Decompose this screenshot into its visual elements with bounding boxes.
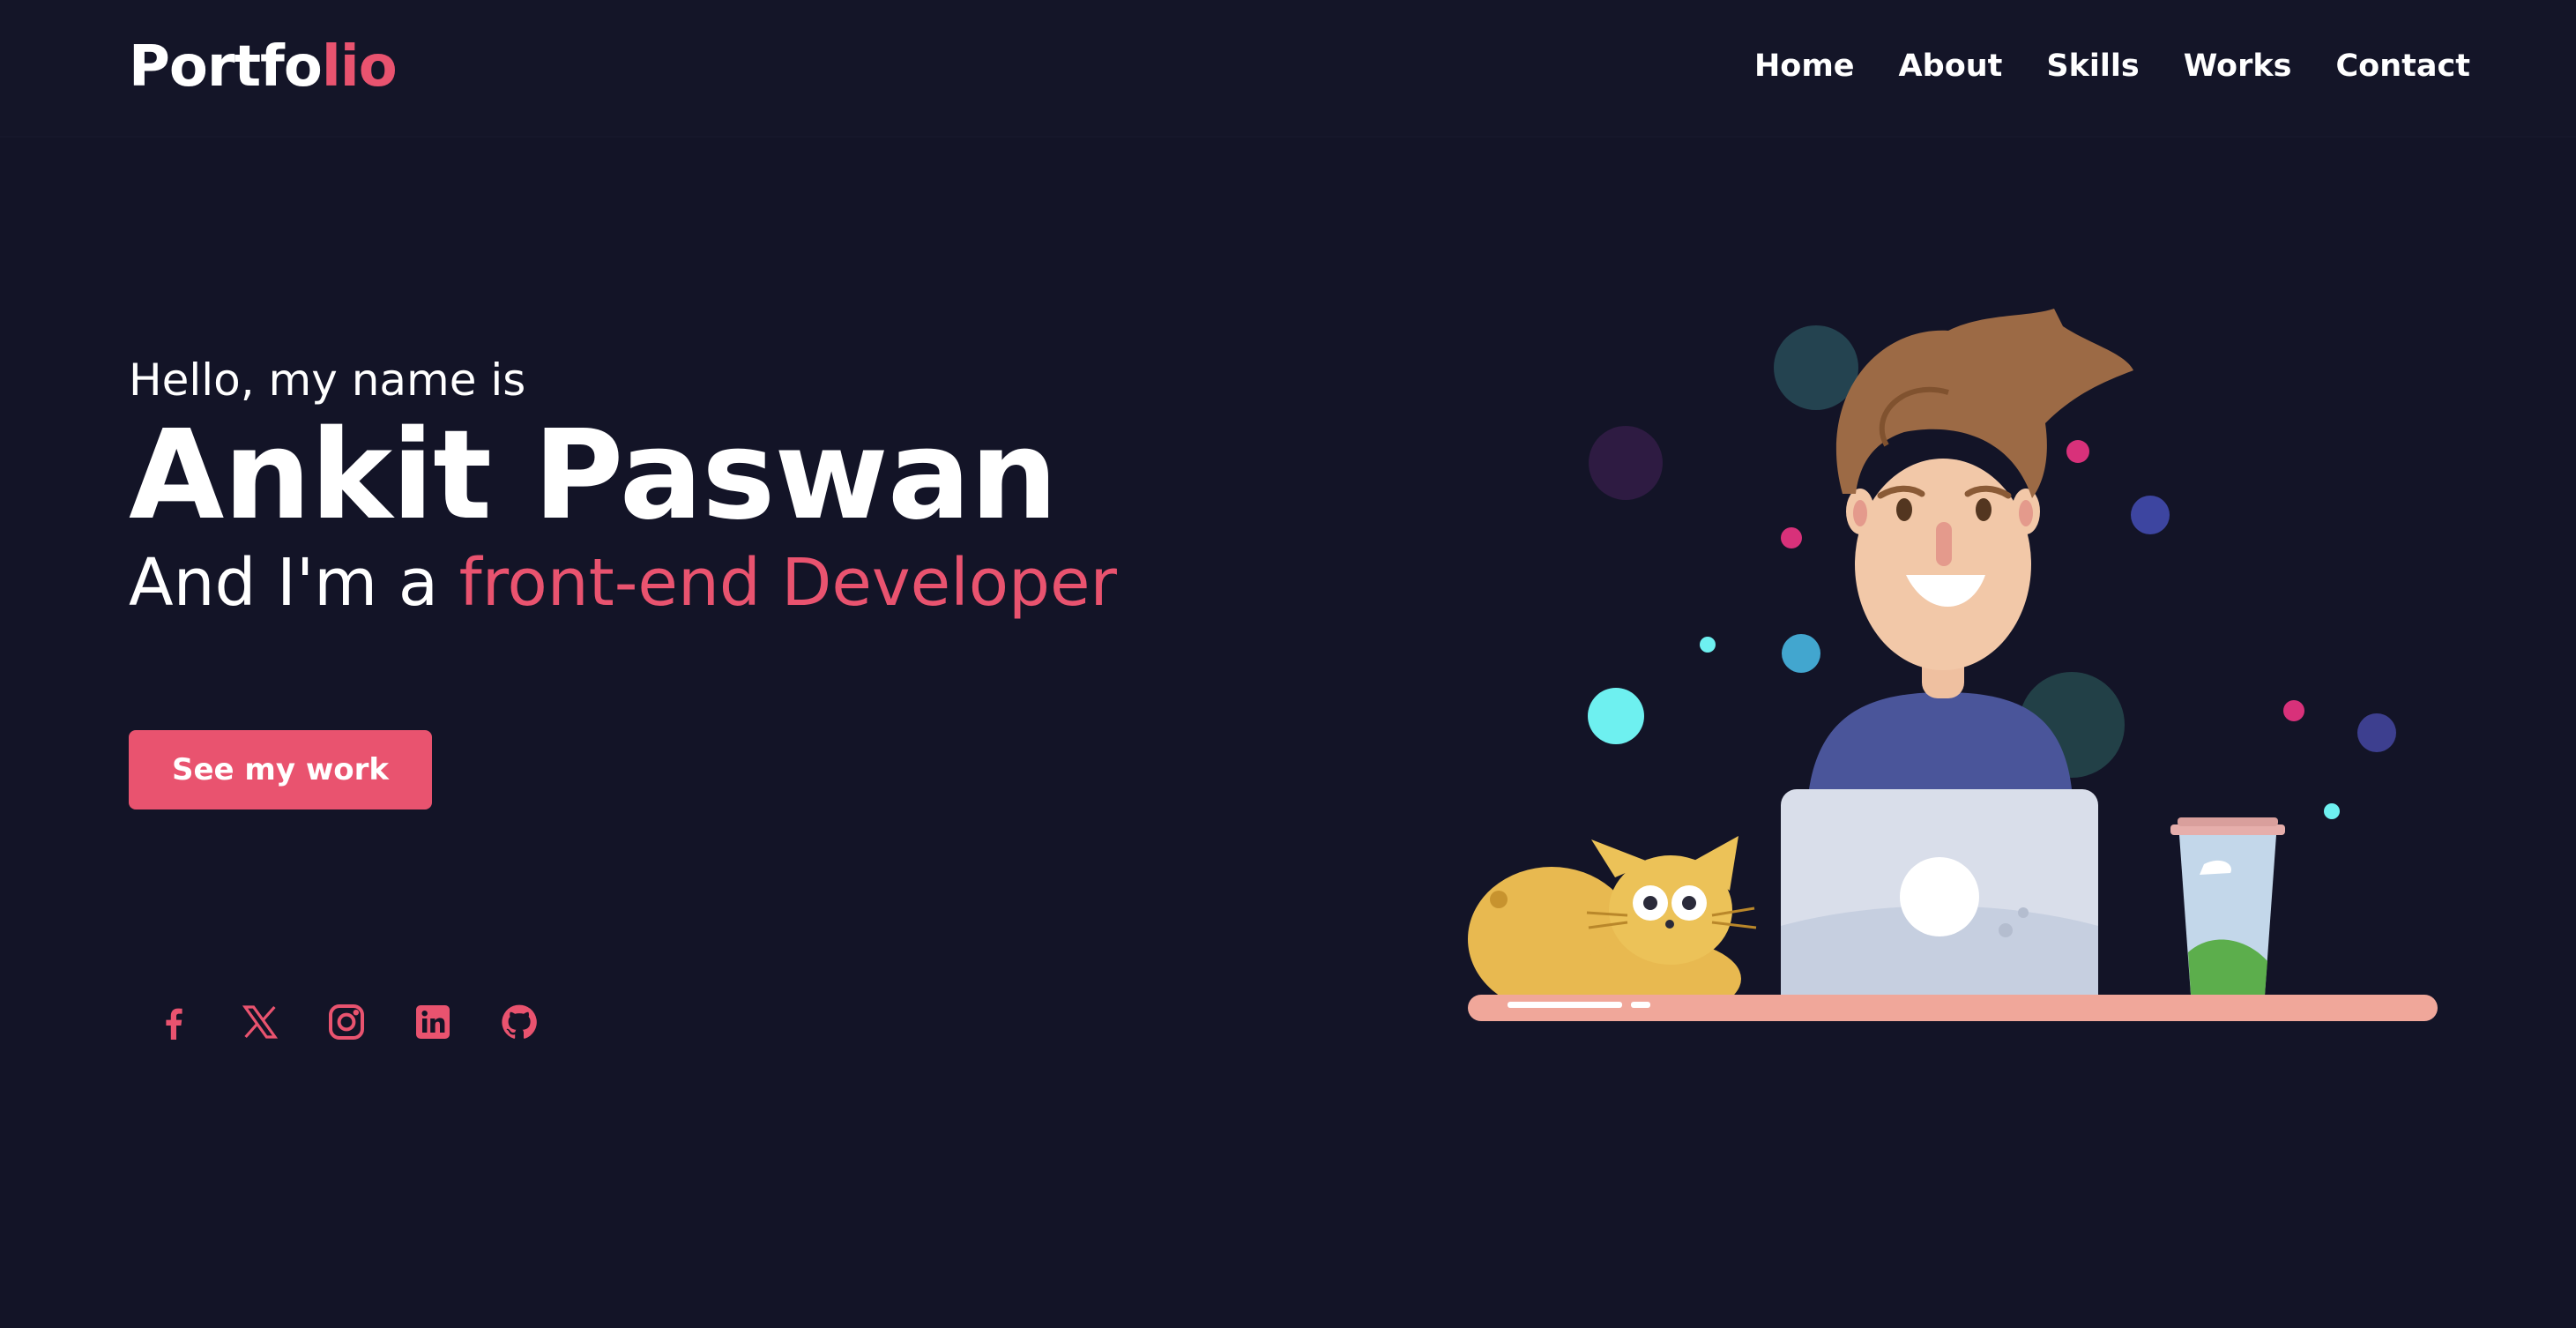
decor-circle	[2357, 713, 2396, 752]
developer-illustration	[1468, 309, 2438, 1021]
nav-link-skills[interactable]: Skills	[2046, 48, 2139, 84]
nav-link-home[interactable]: Home	[1754, 48, 1855, 84]
decor-circle	[2066, 440, 2089, 463]
site-logo[interactable]: Portfolio	[129, 32, 398, 102]
decor-circle	[1774, 325, 1858, 410]
decor-circle	[1589, 426, 1663, 500]
hero-section: Hello, my name is Ankit Paswan And I'm a…	[129, 348, 1117, 625]
hero-name: Ankit Paswan	[129, 404, 1058, 548]
cat	[1468, 836, 1757, 1018]
social-links	[152, 996, 541, 1048]
hero-role: And I'm a front-end Developer	[129, 541, 1117, 625]
decor-circle	[2131, 496, 2170, 534]
navbar: Portfolio Home About Skills Works Contac…	[0, 0, 2576, 138]
decor-circle	[1781, 527, 1802, 548]
hero-greeting: Hello, my name is	[129, 354, 526, 406]
decor-circle	[1782, 634, 1820, 673]
x-twitter-icon	[242, 1005, 279, 1039]
nav-link-about[interactable]: About	[1899, 48, 2003, 84]
github-icon	[502, 1004, 537, 1039]
instagram-icon	[329, 1004, 364, 1040]
decor-circle	[2324, 803, 2340, 819]
hero-role-accent: front-end Developer	[458, 545, 1117, 621]
instagram-link[interactable]	[324, 996, 369, 1048]
facebook-icon	[166, 1008, 182, 1040]
linkedin-link[interactable]	[411, 996, 455, 1048]
decor-circle	[2283, 700, 2304, 721]
see-my-work-button[interactable]: See my work	[129, 730, 432, 809]
logo-main: Portfo	[129, 34, 323, 100]
logo-accent: lio	[321, 34, 398, 100]
nav-links: Home About Skills Works Contact	[1754, 44, 2470, 88]
x-twitter-link[interactable]	[238, 996, 282, 1048]
github-link[interactable]	[497, 996, 541, 1048]
nav-link-contact[interactable]: Contact	[2335, 48, 2469, 84]
nav-link-works[interactable]: Works	[2184, 48, 2292, 84]
hero-role-prefix: And I'm a	[129, 545, 459, 621]
linkedin-icon	[416, 1005, 450, 1039]
decor-circle	[1700, 637, 1716, 653]
decor-circle	[1588, 688, 1644, 744]
facebook-link[interactable]	[152, 996, 196, 1048]
coffee-cup	[2170, 817, 2285, 1007]
laptop	[1781, 789, 2098, 1010]
